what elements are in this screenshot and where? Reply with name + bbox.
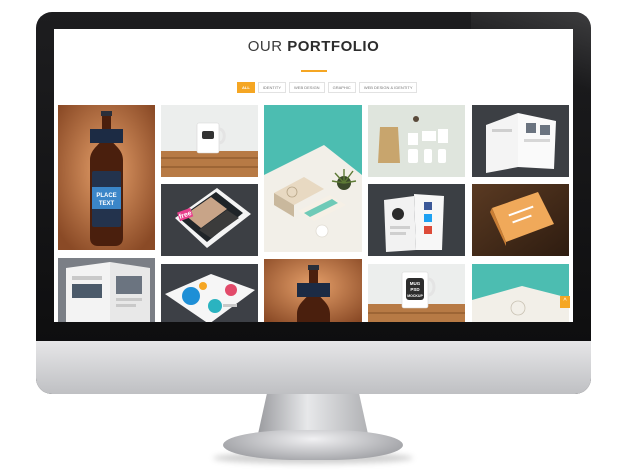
portfolio-item-wood-print[interactable] xyxy=(472,184,569,256)
portfolio-item-business-cards[interactable] xyxy=(264,105,362,252)
portfolio-item-social-cards[interactable] xyxy=(368,184,465,256)
scroll-to-top-button[interactable]: ^ xyxy=(560,296,570,308)
filter-graphic[interactable]: GRAPHIC xyxy=(327,82,356,93)
portfolio-item-stationery[interactable] xyxy=(368,105,465,177)
title-strong: PORTFOLIO xyxy=(287,38,380,55)
portfolio-item-beer-bottle[interactable]: PLACE TEXT xyxy=(58,105,155,250)
page-title: OUR PORTFOLIO xyxy=(54,38,573,55)
monitor-stand-base xyxy=(223,430,403,460)
screen: OUR PORTFOLIO ALL IDENTITY WEB DESIGN GR… xyxy=(54,29,573,322)
portfolio-item-brochure[interactable] xyxy=(58,258,155,322)
monitor-chin xyxy=(36,341,591,394)
filter-bar: ALL IDENTITY WEB DESIGN GRAPHIC WEB DESI… xyxy=(237,82,418,93)
mug-label-line2: PSD xyxy=(410,287,420,292)
filter-web-design[interactable]: WEB DESIGN xyxy=(289,82,325,93)
portfolio-item-beer-bottle-2[interactable] xyxy=(264,259,362,322)
mug-label-line3: MOCKUP xyxy=(407,294,423,298)
monitor-stand xyxy=(258,394,368,434)
title-light: OUR xyxy=(247,38,283,55)
portfolio-item-mug-wood[interactable] xyxy=(161,105,258,177)
filter-all[interactable]: ALL xyxy=(237,82,255,93)
mug-label-line1: MUG xyxy=(410,281,421,286)
portfolio-item-magazine[interactable]: free xyxy=(161,184,258,256)
filter-web-design-identity[interactable]: WEB DESIGN & IDENTITY xyxy=(358,82,418,93)
bottle-label-line1: PLACE xyxy=(96,193,116,199)
portfolio-item-folder[interactable] xyxy=(472,105,569,177)
portfolio-item-infographic[interactable] xyxy=(161,264,258,322)
portfolio-item-mug-psd[interactable]: MUG PSD MOCKUP xyxy=(368,264,465,322)
bottle-label-line2: TEXT xyxy=(99,201,115,207)
chevron-up-icon: ^ xyxy=(563,298,567,305)
title-underline xyxy=(301,70,327,72)
filter-identity[interactable]: IDENTITY xyxy=(257,82,287,93)
portfolio-item-card-teal[interactable] xyxy=(472,264,569,322)
